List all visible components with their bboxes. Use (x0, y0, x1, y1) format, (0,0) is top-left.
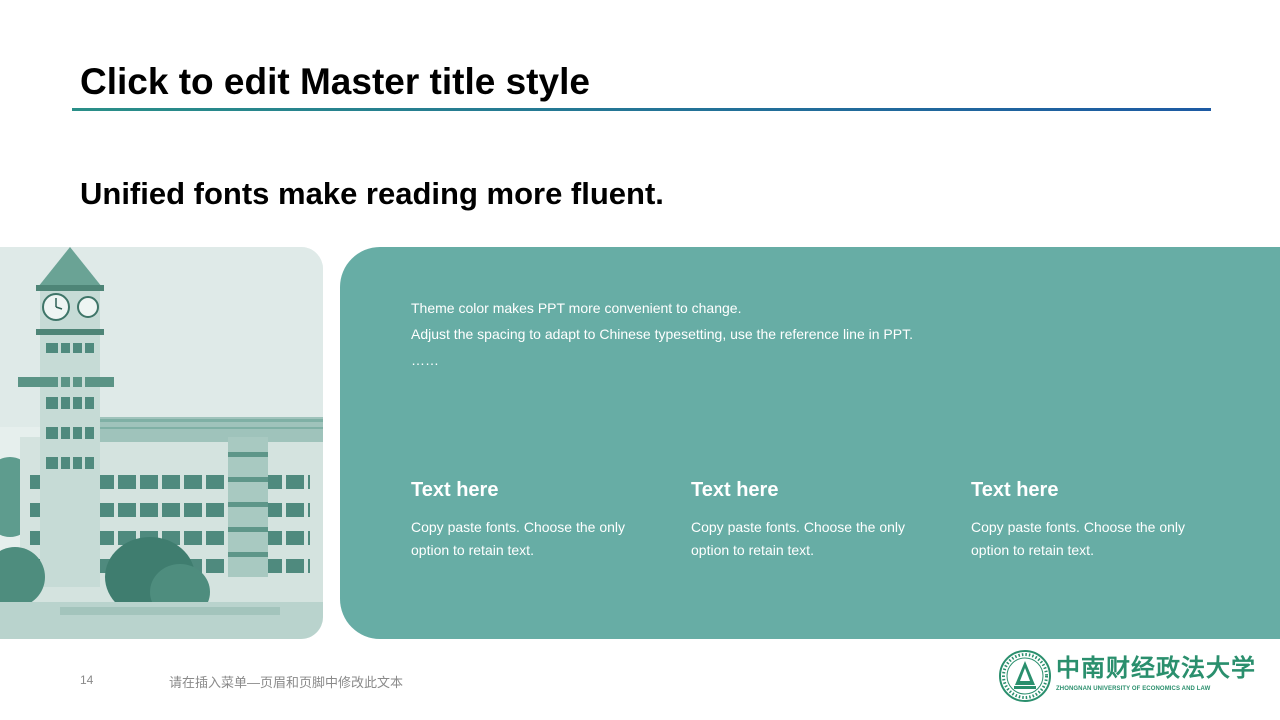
intro-line: Theme color makes PPT more convenient to… (411, 300, 742, 316)
page-number: 14 (80, 673, 94, 687)
intro-line: Adjust the spacing to adapt to Chinese t… (411, 326, 913, 342)
title-underline (72, 108, 1211, 111)
column-body: Copy paste fonts. Choose the only option… (971, 519, 1186, 558)
column-body: Copy paste fonts. Choose the only option… (411, 519, 626, 558)
footer-text[interactable]: 请在插入菜单—页眉和页脚中修改此文本 (169, 672, 403, 691)
column-heading: Text here (691, 479, 779, 501)
column-body: Copy paste fonts. Choose the only option… (691, 519, 906, 558)
campus-photo-illustration (0, 247, 323, 639)
text-column-1[interactable]: Text here Copy paste fonts. Choose the o… (411, 477, 641, 562)
slide-title[interactable]: Click to edit Master title style (80, 60, 590, 104)
text-column-3[interactable]: Text here Copy paste fonts. Choose the o… (971, 477, 1201, 562)
intro-text-block[interactable]: Theme color makes PPT more convenient to… (411, 295, 913, 373)
university-logo: 中南财经政法大学 ZHONGNAN UNIVERSITY OF ECONOMIC… (998, 649, 1255, 703)
column-heading: Text here (971, 479, 1059, 501)
intro-line: …… (411, 352, 439, 368)
university-name-chinese: 中南财经政法大学 (1056, 653, 1256, 682)
campus-clock-tower-image[interactable] (0, 247, 323, 639)
content-panel: Theme color makes PPT more convenient to… (340, 247, 1280, 639)
slide-subtitle[interactable]: Unified fonts make reading more fluent. (80, 175, 664, 213)
university-name-english: ZHONGNAN UNIVERSITY OF ECONOMICS AND LAW (1056, 686, 1211, 692)
slide: Click to edit Master title style Unified… (0, 0, 1280, 720)
text-column-2[interactable]: Text here Copy paste fonts. Choose the o… (691, 477, 921, 562)
column-heading: Text here (411, 479, 499, 501)
university-seal-icon (999, 650, 1051, 702)
